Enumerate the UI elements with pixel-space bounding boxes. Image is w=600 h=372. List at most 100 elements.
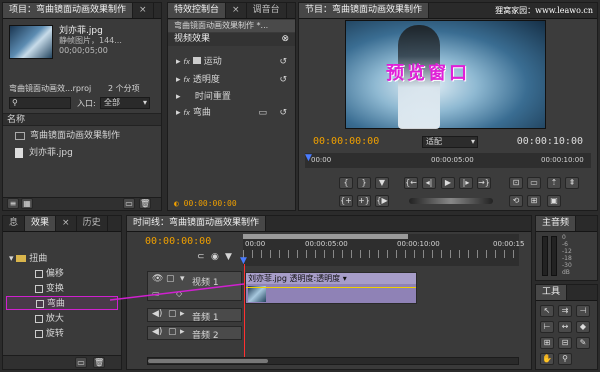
- video-track-header[interactable]: 👁 ▢ ▾ 视频 1 ▭ ◇: [147, 271, 242, 301]
- set-marker-icon[interactable]: ▼: [225, 252, 232, 262]
- display-style-icon[interactable]: ▭: [152, 289, 160, 298]
- expand-icon[interactable]: ▸: [176, 75, 181, 85]
- close-icon[interactable]: ×: [133, 3, 154, 18]
- tab-timeline[interactable]: 时间线：弯曲镜面动画效果制作: [127, 216, 267, 231]
- eye-icon[interactable]: 👁: [152, 274, 163, 284]
- timeline-time-ruler[interactable]: 00:00 00:00:05:00 00:00:10:00 00:00:15 ▼: [240, 234, 524, 266]
- work-area-bar[interactable]: [243, 234, 408, 239]
- rate-stretch-tool-icon[interactable]: ↔: [558, 321, 572, 333]
- output-icon[interactable]: ▭: [527, 177, 541, 189]
- fit-select[interactable]: 适配 ▾: [422, 136, 478, 148]
- trim-icon[interactable]: ⊞: [527, 195, 541, 207]
- timeline-scrollbar[interactable]: [147, 357, 519, 365]
- list-item[interactable]: 弯曲镜面动画效果制作: [3, 129, 161, 143]
- go-to-in-icon[interactable]: {←: [404, 177, 418, 189]
- expand-icon[interactable]: ▸: [180, 309, 185, 319]
- go-to-next-edit-icon[interactable]: +}: [357, 195, 371, 207]
- reset-icon[interactable]: ↺: [279, 55, 287, 69]
- mark-in-icon[interactable]: {: [339, 177, 353, 189]
- scroll-thumb[interactable]: [148, 359, 268, 363]
- expand-icon[interactable]: ▸: [176, 108, 181, 118]
- slip-tool-icon[interactable]: ⊞: [540, 337, 554, 349]
- effect-item[interactable]: 旋转: [3, 327, 121, 341]
- effect-row-time-remap[interactable]: ▸ 时间重置: [168, 90, 295, 104]
- step-forward-icon[interactable]: |▸: [459, 177, 473, 189]
- settings-icon[interactable]: ▭: [258, 106, 267, 120]
- reset-icon[interactable]: ↺: [279, 106, 287, 120]
- collapse-icon[interactable]: ⊗: [281, 33, 289, 46]
- new-bin-icon[interactable]: ▭: [75, 357, 87, 368]
- tab-program[interactable]: 节目：弯曲镜面动画效果制作: [299, 3, 430, 18]
- close-icon[interactable]: ×: [226, 3, 247, 18]
- speaker-icon[interactable]: ◀): [152, 309, 162, 319]
- snap-icon[interactable]: ⊂: [197, 252, 205, 262]
- expand-icon[interactable]: ▾: [180, 274, 185, 284]
- name-header[interactable]: 名称: [3, 113, 161, 126]
- audio-track-header[interactable]: ◀) ▢ ▸ 音频 1: [147, 308, 242, 323]
- video-clip[interactable]: 刘亦菲.jpg 透明度:透明度 ▾: [245, 272, 417, 304]
- effect-row-motion[interactable]: ▸ fx 运动 ↺: [168, 55, 295, 69]
- shuttle-slider[interactable]: [409, 198, 493, 204]
- timeline-timecode[interactable]: 00:00:00:00: [145, 236, 211, 247]
- expand-icon[interactable]: ▸: [176, 92, 181, 102]
- marker-icon[interactable]: ▼: [375, 177, 389, 189]
- hand-tool-icon[interactable]: ✋: [540, 353, 554, 365]
- tab-info[interactable]: 息: [3, 216, 26, 231]
- tab-history[interactable]: 历史: [77, 216, 108, 231]
- effect-item[interactable]: 放大: [3, 312, 121, 326]
- mark-out-icon[interactable]: }: [357, 177, 371, 189]
- list-item[interactable]: 刘亦菲.jpg: [3, 146, 161, 160]
- tab-project[interactable]: 项目：弯曲镜面动画效果制作: [3, 3, 134, 18]
- list-view-icon[interactable]: ≡: [7, 198, 19, 209]
- effect-item[interactable]: 变换: [3, 282, 121, 296]
- effect-controls-timecode[interactable]: ◐ 00:00:00:00: [174, 199, 237, 208]
- new-bin-icon[interactable]: ▭: [123, 198, 135, 209]
- audio-track-header[interactable]: ◀) ▢ ▸ 音频 2: [147, 326, 242, 341]
- icon-view-icon[interactable]: ▦: [21, 198, 33, 209]
- tab-effect-controls[interactable]: 特效控制台: [168, 3, 227, 18]
- rolling-edit-tool-icon[interactable]: ⊢: [540, 321, 554, 333]
- play-icon[interactable]: ▶: [441, 177, 455, 189]
- effect-row-opacity[interactable]: ▸ fx 透明度 ↺: [168, 73, 295, 87]
- effect-item-selected[interactable]: 弯曲: [6, 296, 118, 310]
- extract-icon[interactable]: ⇞: [565, 177, 579, 189]
- delete-icon[interactable]: 🗑: [93, 357, 105, 368]
- effect-row-bend[interactable]: ▸ fx 弯曲 ▭ ↺: [168, 106, 295, 120]
- slide-tool-icon[interactable]: ⊟: [558, 337, 572, 349]
- selection-tool-icon[interactable]: ↖: [540, 305, 554, 317]
- folder-distort[interactable]: ▾ 扭曲: [3, 252, 121, 266]
- keyframe-icon[interactable]: ◇: [176, 289, 182, 298]
- preview-video[interactable]: 预览窗口: [345, 20, 546, 129]
- go-to-previous-edit-icon[interactable]: {+: [339, 195, 353, 207]
- export-frame-icon[interactable]: ▣: [547, 195, 561, 207]
- track-select-tool-icon[interactable]: ⇉: [558, 305, 572, 317]
- lift-icon[interactable]: ⇡: [547, 177, 561, 189]
- expand-icon[interactable]: ▸: [176, 57, 181, 67]
- pen-tool-icon[interactable]: ✎: [576, 337, 590, 349]
- opacity-line[interactable]: [246, 287, 416, 288]
- marker-icon[interactable]: ◉: [211, 252, 219, 262]
- program-time-ruler[interactable]: 00:00 00:00:05:00 00:00:10:00 ▼: [305, 153, 591, 168]
- safe-margins-icon[interactable]: ⊡: [509, 177, 523, 189]
- tab-master-audio[interactable]: 主音频: [536, 216, 577, 231]
- lock-icon[interactable]: ▢: [166, 274, 175, 284]
- step-back-icon[interactable]: ◂|: [422, 177, 436, 189]
- reset-icon[interactable]: ↺: [279, 73, 287, 87]
- tab-effects[interactable]: 效果: [25, 216, 57, 231]
- tab-audio-mixer[interactable]: 调音台: [247, 3, 287, 18]
- close-icon[interactable]: ×: [56, 216, 77, 231]
- delete-icon[interactable]: 🗑: [139, 198, 151, 209]
- effect-item[interactable]: 偏移: [3, 267, 121, 281]
- program-timecode-left[interactable]: 00:00:00:00: [313, 136, 379, 147]
- playhead-icon[interactable]: ▼: [305, 153, 312, 163]
- tab-tools[interactable]: 工具: [536, 285, 568, 300]
- loop-icon[interactable]: ⟲: [509, 195, 523, 207]
- expand-icon[interactable]: ▸: [180, 327, 185, 337]
- clip-thumbnail[interactable]: [9, 25, 53, 59]
- zoom-tool-icon[interactable]: ⚲: [558, 353, 572, 365]
- lock-icon[interactable]: ▢: [168, 309, 177, 319]
- razor-tool-icon[interactable]: ◆: [576, 321, 590, 333]
- go-to-out-icon[interactable]: →}: [477, 177, 491, 189]
- search-input[interactable]: ⚲: [9, 97, 71, 109]
- speaker-icon[interactable]: ◀): [152, 327, 162, 337]
